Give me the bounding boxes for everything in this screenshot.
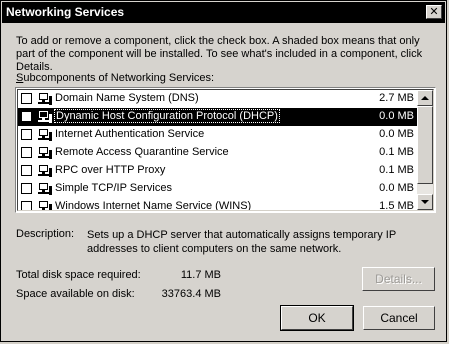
list-item[interactable]: Domain Name System (DNS) 2.7 MB bbox=[18, 90, 418, 108]
component-checkbox[interactable] bbox=[21, 111, 32, 122]
component-checkbox[interactable] bbox=[21, 183, 32, 194]
component-checkbox[interactable] bbox=[21, 93, 32, 104]
component-size: 0.0 MB bbox=[379, 182, 414, 194]
description-label: Description: bbox=[16, 228, 75, 240]
network-service-icon bbox=[39, 201, 52, 210]
list-item[interactable]: RPC over HTTP Proxy 0.1 MB bbox=[18, 162, 418, 180]
list-item[interactable]: Remote Access Quarantine Service 0.1 MB bbox=[18, 144, 418, 162]
network-service-icon bbox=[38, 129, 52, 141]
networking-services-dialog: Networking Services ✕ To add or remove a… bbox=[0, 0, 447, 342]
close-button[interactable]: ✕ bbox=[426, 5, 442, 19]
network-service-icon bbox=[38, 93, 52, 105]
component-name: Internet Authentication Service bbox=[55, 128, 205, 140]
description-text: Sets up a DHCP server that automatically… bbox=[87, 229, 396, 255]
close-icon: ✕ bbox=[429, 6, 439, 18]
network-service-icon bbox=[38, 183, 52, 195]
available-disk-label: Space available on disk: bbox=[16, 288, 135, 300]
component-size: 0.0 MB bbox=[379, 128, 414, 140]
component-checkbox[interactable] bbox=[21, 201, 32, 210]
component-checkbox[interactable] bbox=[21, 165, 32, 176]
subcomponents-label: Subcomponents of Networking Services: bbox=[16, 72, 214, 84]
component-name: RPC over HTTP Proxy bbox=[55, 164, 166, 176]
list-item[interactable]: Dynamic Host Configuration Protocol (DHC… bbox=[18, 108, 418, 126]
total-disk-label: Total disk space required: bbox=[16, 269, 141, 281]
ok-button[interactable]: OK bbox=[280, 305, 354, 331]
vertical-scrollbar[interactable] bbox=[417, 90, 433, 210]
list-item[interactable]: Simple TCP/IP Services 0.0 MB bbox=[18, 180, 418, 198]
component-checkbox[interactable] bbox=[21, 129, 32, 140]
title-bar[interactable]: Networking Services ✕ bbox=[2, 2, 445, 23]
component-name: Simple TCP/IP Services bbox=[55, 182, 172, 194]
component-size: 2.7 MB bbox=[379, 92, 414, 104]
component-size: 1.5 MB bbox=[379, 200, 414, 211]
window-title: Networking Services bbox=[6, 5, 125, 19]
network-service-icon bbox=[38, 111, 52, 123]
total-disk-value: 11.7 MB bbox=[180, 269, 221, 281]
instructions-text: To add or remove a component, click the … bbox=[16, 35, 423, 73]
list-item[interactable]: Windows Internet Name Service (WINS) 1.5 … bbox=[18, 198, 418, 211]
component-size: 0.1 MB bbox=[379, 146, 414, 158]
details-button[interactable]: Details... bbox=[362, 267, 435, 291]
component-name: Remote Access Quarantine Service bbox=[55, 146, 229, 158]
component-size: 0.1 MB bbox=[379, 164, 414, 176]
subcomponents-label-text: ubcomponents of Networking Services: bbox=[23, 72, 215, 84]
list-item[interactable]: Internet Authentication Service 0.0 MB bbox=[18, 126, 418, 144]
scroll-down-button[interactable] bbox=[417, 194, 433, 210]
subcomponents-list[interactable]: Windows Internet Name Service (WINS) 1.5 … bbox=[15, 87, 436, 213]
component-name: Dynamic Host Configuration Protocol (DHC… bbox=[54, 109, 280, 123]
component-size: 0.0 MB bbox=[379, 110, 414, 122]
cancel-button[interactable]: Cancel bbox=[363, 306, 435, 330]
arrow-up-icon bbox=[421, 96, 429, 100]
component-name: Windows Internet Name Service (WINS) bbox=[55, 200, 252, 211]
subcomponents-list-inner: Windows Internet Name Service (WINS) 1.5 … bbox=[17, 89, 434, 211]
arrow-down-icon bbox=[421, 200, 429, 204]
network-service-icon bbox=[38, 165, 52, 177]
network-service-icon bbox=[38, 147, 52, 159]
available-disk-value: 33763.4 MB bbox=[161, 288, 221, 300]
scroll-thumb[interactable] bbox=[417, 106, 433, 184]
scroll-up-button[interactable] bbox=[417, 90, 433, 106]
component-checkbox[interactable] bbox=[21, 147, 32, 158]
component-name: Domain Name System (DNS) bbox=[55, 92, 199, 104]
